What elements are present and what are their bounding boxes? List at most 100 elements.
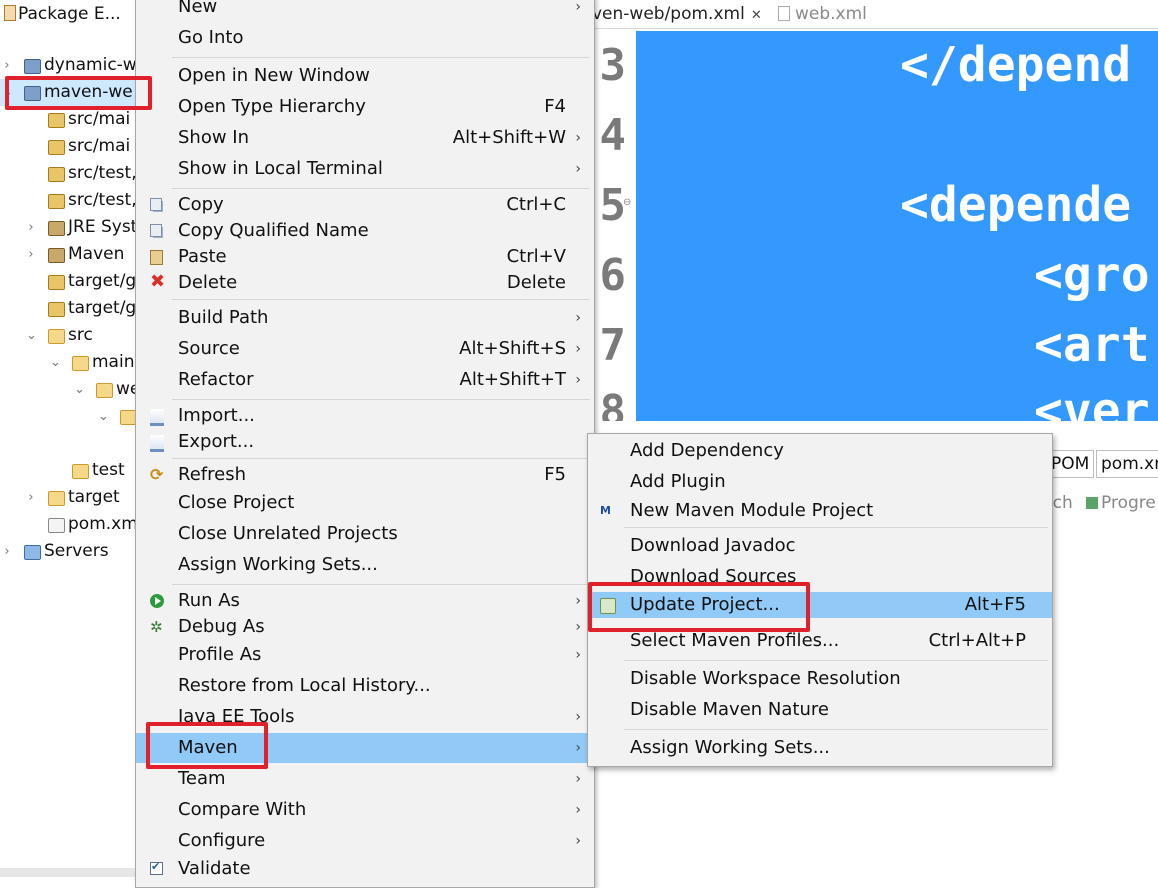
submenu-arrow-icon: ›: [575, 130, 581, 146]
line-number: 3: [599, 40, 627, 91]
menu-item-disable-workspace-resolution[interactable]: Disable Workspace Resolution: [588, 664, 1052, 694]
tree-item-maven-dependencies[interactable]: › Maven: [0, 241, 136, 268]
menu-item-open-in-new-window[interactable]: Open in New Window: [136, 61, 594, 91]
menu-item-shortcut: Alt+Shift+S: [459, 338, 566, 359]
tree-item-target-generated-1[interactable]: target/g: [0, 268, 136, 295]
menu-item-export[interactable]: Export...: [136, 427, 594, 457]
collapsed-arrow-icon[interactable]: ›: [26, 484, 36, 511]
collapsed-arrow-icon[interactable]: ›: [26, 214, 36, 241]
menu-item-new[interactable]: New ›: [136, 0, 594, 22]
menu-item-new-maven-module-project[interactable]: M New Maven Module Project: [588, 496, 1052, 526]
menu-item-label: Delete: [178, 272, 238, 293]
folder-icon: [72, 464, 89, 479]
tree-item-jre-system-library[interactable]: › JRE Syst: [0, 214, 136, 241]
tree-item-webinf[interactable]: ⌄: [0, 403, 136, 430]
menu-item-validate[interactable]: Validate: [136, 854, 594, 884]
folder-icon: [48, 329, 65, 344]
menu-item-open-type-hierarchy[interactable]: Open Type Hierarchy F4: [136, 92, 594, 122]
menu-item-add-plugin[interactable]: Add Plugin: [588, 467, 1052, 497]
menu-item-delete[interactable]: ✖ Delete Delete: [136, 268, 594, 298]
expanded-arrow-icon[interactable]: ⌄: [74, 376, 85, 403]
menu-item-assign-working-sets[interactable]: Assign Working Sets...: [588, 733, 1052, 763]
tree-item-servers[interactable]: › Servers: [0, 538, 136, 565]
menu-item-label: Open in New Window: [178, 65, 370, 86]
menu-separator: [172, 399, 590, 400]
package-explorer-icon: [4, 5, 16, 21]
menu-separator: [172, 458, 590, 459]
horizontal-scrollbar[interactable]: [0, 868, 136, 877]
menu-item-label: Add Dependency: [630, 440, 784, 461]
library-icon: [48, 221, 65, 236]
tree-item-pom-xml[interactable]: pom.xm: [0, 511, 136, 538]
fold-toggle-icon[interactable]: ⊖: [623, 197, 631, 208]
menu-item-debug-as[interactable]: ✲ Debug As ›: [136, 612, 594, 642]
tree-item-src[interactable]: ⌄ src: [0, 322, 136, 349]
source-folder-icon: [48, 275, 65, 290]
tree-item-src-main-resources[interactable]: src/mai: [0, 133, 136, 160]
tab-pom-source[interactable]: pom.xm: [1096, 450, 1158, 478]
menu-separator: [172, 584, 590, 585]
tree-item-webapp[interactable]: ⌄ we: [0, 376, 136, 403]
submenu-arrow-icon: ›: [575, 709, 581, 725]
collapsed-arrow-icon[interactable]: ›: [2, 52, 12, 79]
menu-item-profile-as[interactable]: Profile As ›: [136, 640, 594, 670]
copy-qualified-name-icon: [150, 224, 162, 237]
menu-item-build-path[interactable]: Build Path ›: [136, 303, 594, 333]
menu-item-label: Add Plugin: [630, 471, 726, 492]
menu-item-refresh[interactable]: ⟳ Refresh F5: [136, 460, 594, 490]
tree-item-src-test-resources[interactable]: src/test,: [0, 187, 136, 214]
project-icon: [24, 59, 41, 74]
collapsed-arrow-icon[interactable]: ›: [26, 241, 36, 268]
menu-item-disable-maven-nature[interactable]: Disable Maven Nature: [588, 695, 1052, 725]
tab-web-xml[interactable]: web.xml: [778, 0, 867, 28]
source-folder-icon: [48, 113, 65, 128]
tree-item-label: src/mai: [68, 109, 131, 129]
menu-separator: [624, 729, 1048, 730]
tab-effective-pom[interactable]: POM: [1046, 450, 1095, 478]
tree-item-src-test-java[interactable]: src/test,: [0, 160, 136, 187]
source-folder-icon: [48, 194, 65, 209]
package-explorer-tab[interactable]: Package E...: [0, 0, 121, 28]
xml-editor[interactable]: 3 4 5 ⊖ 6 7 8 </depend <depende <gro <ar…: [592, 29, 1158, 421]
tree-item-target[interactable]: › target: [0, 484, 136, 511]
menu-item-show-in-local-terminal[interactable]: Show in Local Terminal ›: [136, 154, 594, 184]
tree-item-test[interactable]: test: [0, 457, 136, 484]
tree-item-target-generated-2[interactable]: target/g: [0, 295, 136, 322]
tab-progress[interactable]: Progre: [1086, 490, 1156, 516]
menu-item-shortcut: Alt+Shift+W: [452, 127, 566, 148]
tree-item-src-main-java[interactable]: src/mai: [0, 106, 136, 133]
menu-item-shortcut: Ctrl+Alt+P: [928, 630, 1026, 651]
menu-item-assign-working-sets[interactable]: Assign Working Sets...: [136, 550, 594, 580]
tree-item-label: src: [68, 325, 93, 345]
menu-item-download-javadoc[interactable]: Download Javadoc: [588, 531, 1052, 561]
menu-separator: [172, 57, 590, 58]
tree-item-label: test: [92, 460, 125, 480]
submenu-arrow-icon: ›: [575, 161, 581, 177]
menu-item-close-unrelated-projects[interactable]: Close Unrelated Projects: [136, 519, 594, 549]
menu-item-source[interactable]: Source Alt+Shift+S ›: [136, 334, 594, 364]
menu-item-restore-from-local-history[interactable]: Restore from Local History...: [136, 671, 594, 701]
menu-item-go-into[interactable]: Go Into: [136, 23, 594, 53]
menu-item-label: New: [178, 0, 218, 17]
editor-tab-bar: ven-web/pom.xml ✕ web.xml: [592, 0, 1158, 29]
run-icon: [150, 594, 164, 608]
tree-item-main[interactable]: ⌄ main: [0, 349, 136, 376]
expanded-arrow-icon[interactable]: ⌄: [50, 349, 61, 376]
menu-item-compare-with[interactable]: Compare With ›: [136, 795, 594, 825]
menu-item-refactor[interactable]: Refactor Alt+Shift+T ›: [136, 365, 594, 395]
tree-item-label: src/mai: [68, 136, 131, 156]
collapsed-arrow-icon[interactable]: ›: [2, 538, 12, 565]
tree-item-dynamic-web[interactable]: › dynamic-w: [0, 52, 136, 79]
menu-item-add-dependency[interactable]: Add Dependency: [588, 436, 1052, 466]
tab-pom-xml[interactable]: ven-web/pom.xml ✕: [592, 0, 762, 28]
expanded-arrow-icon[interactable]: ⌄: [26, 322, 37, 349]
code-line: <ver: [1034, 383, 1150, 421]
expanded-arrow-icon[interactable]: ⌄: [98, 403, 109, 430]
menu-item-show-in[interactable]: Show In Alt+Shift+W ›: [136, 123, 594, 153]
menu-item-configure[interactable]: Configure ›: [136, 826, 594, 856]
menu-item-close-project[interactable]: Close Project: [136, 488, 594, 518]
close-icon[interactable]: ✕: [751, 8, 762, 23]
tree-item-label: Servers: [44, 541, 109, 561]
code-selection[interactable]: </depend <depende <gro <art <ver: [636, 31, 1158, 421]
tree-item-label: target/g: [68, 298, 136, 318]
